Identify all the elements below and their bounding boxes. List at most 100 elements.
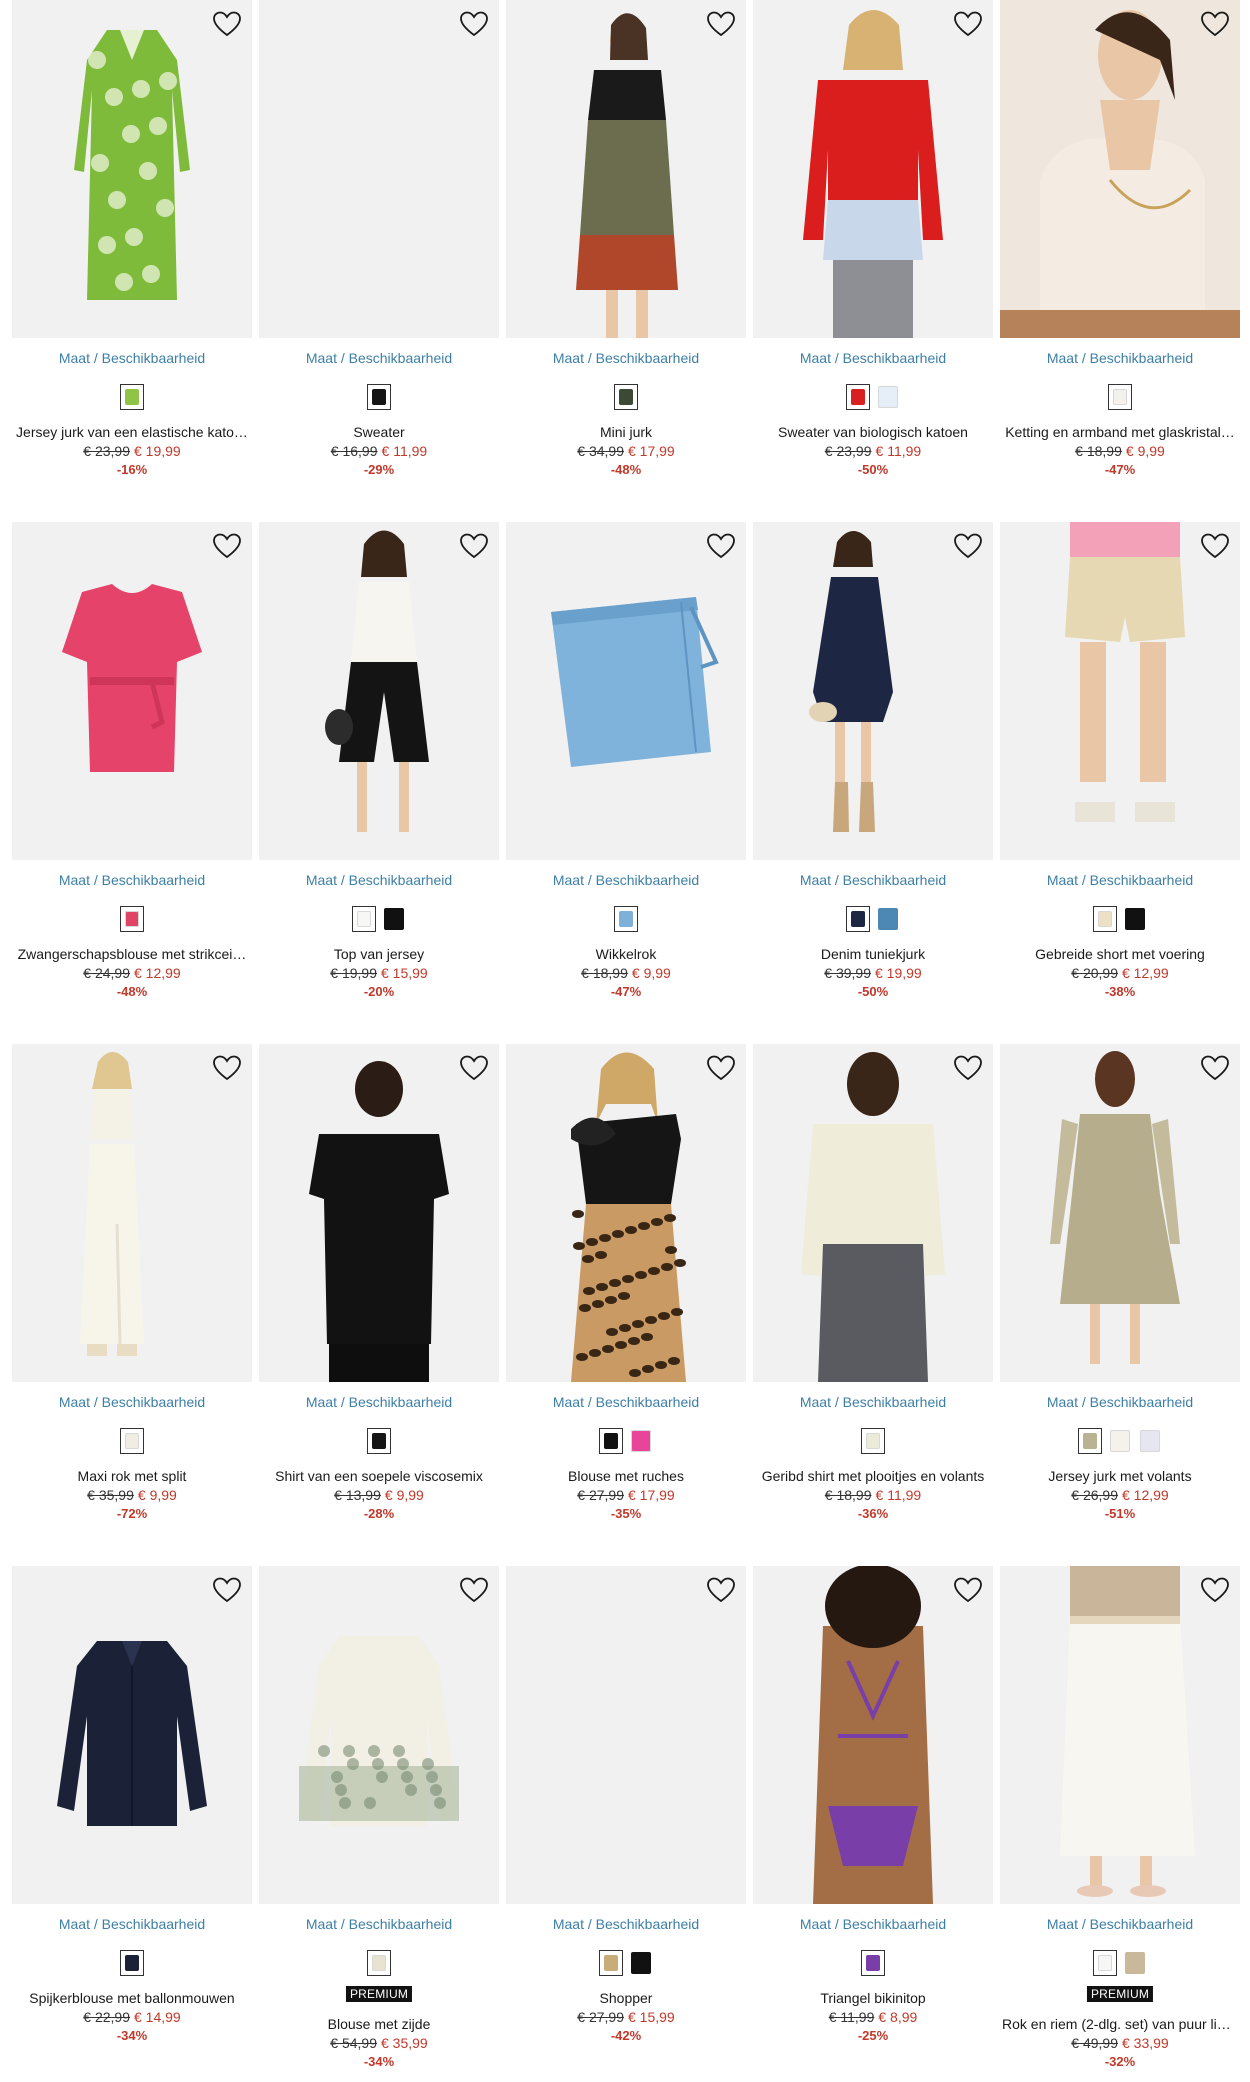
product-image[interactable] [12,1566,252,1904]
heart-outline-icon[interactable] [459,532,489,560]
product-image[interactable] [1000,1044,1240,1382]
heart-outline-icon[interactable] [953,1054,983,1082]
size-availability-link[interactable]: Maat / Beschikbaarheid [259,1394,499,1410]
heart-outline-icon[interactable] [212,1054,242,1082]
product-name[interactable]: Jersey jurk van een elastische kato… [12,424,252,440]
product-name[interactable]: Zwangerschapsblouse met strikcei… [12,946,252,962]
product-image[interactable] [12,1044,252,1382]
product-name[interactable]: Jersey jurk met volants [1000,1468,1240,1484]
product-card[interactable]: Maat / Beschikbaarheid Jersey jurk van ee… [12,0,252,500]
product-name[interactable]: Sweater van biologisch katoen [753,424,993,440]
product-card[interactable]: Maat / Beschikbaarheid Shirt van een soep… [259,1044,499,1544]
size-availability-link[interactable]: Maat / Beschikbaarheid [12,872,252,888]
size-availability-link[interactable]: Maat / Beschikbaarheid [1000,350,1240,366]
heart-outline-icon[interactable] [459,1054,489,1082]
size-availability-link[interactable]: Maat / Beschikbaarheid [12,1394,252,1410]
color-swatch[interactable] [614,384,638,410]
product-image[interactable] [753,522,993,860]
product-image[interactable] [506,1566,746,1904]
heart-outline-icon[interactable] [1200,1576,1230,1604]
product-card[interactable]: Maat / Beschikbaarheid Triangel bikinitop… [753,1566,993,2066]
product-name[interactable]: Gebreide short met voering [1000,946,1240,962]
product-card[interactable]: Maat / Beschikbaarheid Blouse met ruches €… [506,1044,746,1544]
heart-outline-icon[interactable] [706,1576,736,1604]
heart-outline-icon[interactable] [953,1576,983,1604]
color-swatch[interactable] [120,384,144,410]
heart-outline-icon[interactable] [1200,532,1230,560]
color-swatch[interactable] [846,384,870,410]
heart-outline-icon[interactable] [953,532,983,560]
color-swatch[interactable] [614,906,638,932]
size-availability-link[interactable]: Maat / Beschikbaarheid [506,872,746,888]
product-card[interactable]: Maat / Beschikbaarheid Geribd shirt met p… [753,1044,993,1544]
color-swatch[interactable] [120,1428,144,1454]
color-swatch[interactable] [1108,1428,1132,1454]
heart-outline-icon[interactable] [459,1576,489,1604]
product-name[interactable]: Blouse met ruches [506,1468,746,1484]
color-swatch[interactable] [1108,384,1132,410]
product-card[interactable]: Maat / Beschikbaarheid Top van jersey € 19… [259,522,499,1022]
heart-outline-icon[interactable] [1200,1054,1230,1082]
color-swatch[interactable] [599,1428,623,1454]
color-swatch[interactable] [1093,906,1117,932]
size-availability-link[interactable]: Maat / Beschikbaarheid [506,350,746,366]
product-image[interactable] [506,1044,746,1382]
product-name[interactable]: Ketting en armband met glaskristal… [1000,424,1240,440]
product-name[interactable]: Shirt van een soepele viscosemix [259,1468,499,1484]
size-availability-link[interactable]: Maat / Beschikbaarheid [506,1916,746,1932]
color-swatch[interactable] [367,1428,391,1454]
product-image[interactable] [12,522,252,860]
color-swatch[interactable] [876,906,900,932]
heart-outline-icon[interactable] [212,532,242,560]
heart-outline-icon[interactable] [459,10,489,38]
heart-outline-icon[interactable] [212,1576,242,1604]
product-image[interactable] [1000,522,1240,860]
color-swatch[interactable] [861,1950,885,1976]
size-availability-link[interactable]: Maat / Beschikbaarheid [259,350,499,366]
heart-outline-icon[interactable] [953,10,983,38]
product-card[interactable]: Maat / Beschikbaarheid Wikkelrok € 18,99 € … [506,522,746,1022]
product-card[interactable]: Maat / Beschikbaarheid Spijkerblouse met … [12,1566,252,2066]
product-image[interactable] [753,1044,993,1382]
product-name[interactable]: Denim tuniekjurk [753,946,993,962]
product-card[interactable]: Maat / Beschikbaarheid PREMIUM Blouse met … [259,1566,499,2069]
product-card[interactable]: Maat / Beschikbaarheid Zwangerschapsblous… [12,522,252,1022]
product-card[interactable]: Maat / Beschikbaarheid Maxi rok met split… [12,1044,252,1544]
product-image[interactable] [1000,1566,1240,1904]
size-availability-link[interactable]: Maat / Beschikbaarheid [753,872,993,888]
product-name[interactable]: Wikkelrok [506,946,746,962]
product-card[interactable]: Maat / Beschikbaarheid Denim tuniekjurk € … [753,522,993,1022]
product-name[interactable]: Top van jersey [259,946,499,962]
product-card[interactable]: Maat / Beschikbaarheid Jersey jurk met vo… [1000,1044,1240,1544]
product-name[interactable]: Sweater [259,424,499,440]
product-card[interactable]: Maat / Beschikbaarheid Sweater van biolog… [753,0,993,500]
heart-outline-icon[interactable] [706,532,736,560]
color-swatch[interactable] [861,1428,885,1454]
size-availability-link[interactable]: Maat / Beschikbaarheid [753,1916,993,1932]
size-availability-link[interactable]: Maat / Beschikbaarheid [259,872,499,888]
size-availability-link[interactable]: Maat / Beschikbaarheid [1000,1916,1240,1932]
product-image[interactable] [259,0,499,338]
product-name[interactable]: Spijkerblouse met ballonmouwen [12,1990,252,2006]
product-name[interactable]: Geribd shirt met plooitjes en volants [753,1468,993,1484]
product-name[interactable]: Triangel bikinitop [753,1990,993,2006]
color-swatch[interactable] [1123,906,1147,932]
color-swatch[interactable] [629,1428,653,1454]
product-card[interactable]: Maat / Beschikbaarheid Gebreide short met… [1000,522,1240,1022]
color-swatch[interactable] [367,1950,391,1976]
size-availability-link[interactable]: Maat / Beschikbaarheid [753,350,993,366]
product-card[interactable]: Maat / Beschikbaarheid Ketting en armband… [1000,0,1240,500]
color-swatch[interactable] [599,1950,623,1976]
color-swatch[interactable] [1138,1428,1162,1454]
product-name[interactable]: Rok en riem (2-dlg. set) van puur lin… [1000,2016,1240,2032]
heart-outline-icon[interactable] [212,10,242,38]
color-swatch[interactable] [352,906,376,932]
heart-outline-icon[interactable] [706,10,736,38]
product-name[interactable]: Maxi rok met split [12,1468,252,1484]
size-availability-link[interactable]: Maat / Beschikbaarheid [1000,872,1240,888]
color-swatch[interactable] [629,1950,653,1976]
color-swatch[interactable] [876,384,900,410]
product-card[interactable]: Maat / Beschikbaarheid Sweater € 16,99 € 11… [259,0,499,500]
heart-outline-icon[interactable] [1200,10,1230,38]
product-image[interactable] [506,0,746,338]
